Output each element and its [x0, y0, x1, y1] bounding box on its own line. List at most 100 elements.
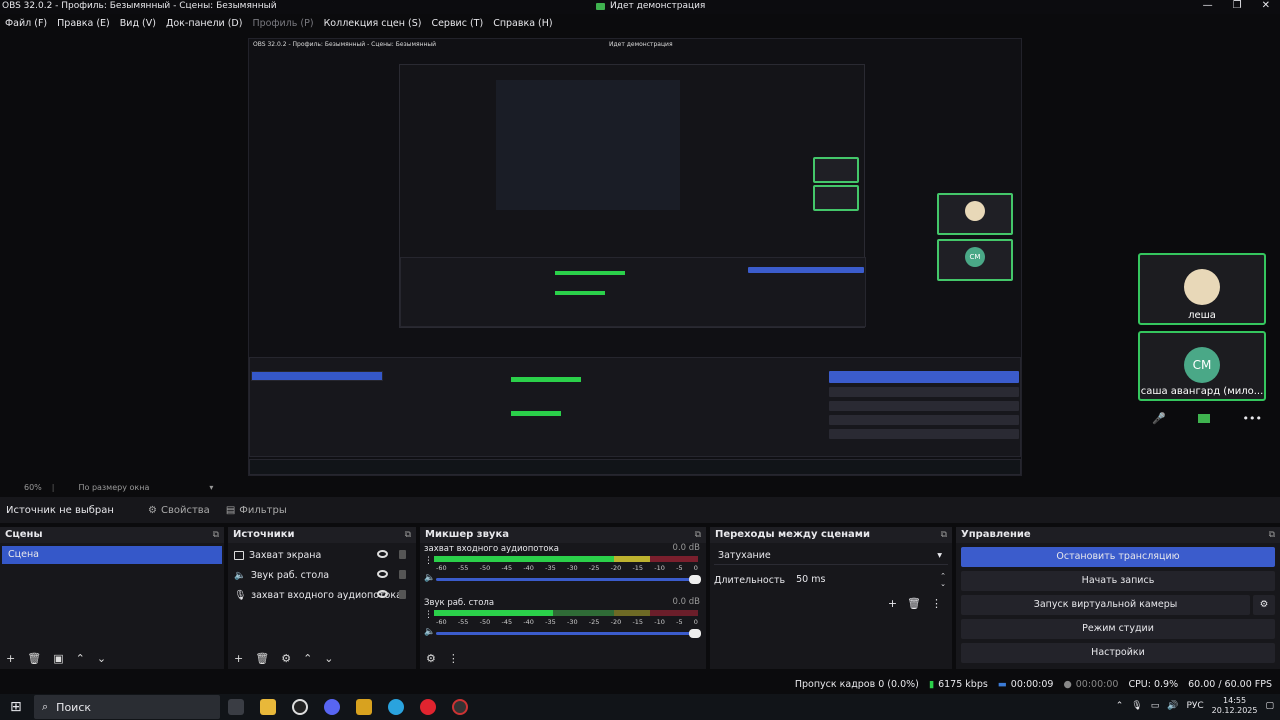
discord-icon[interactable]	[324, 699, 340, 715]
menu-edit[interactable]: Правка (E)	[52, 16, 115, 32]
close-button[interactable]: ✕	[1262, 0, 1270, 11]
remove-source-icon[interactable]: 🗑	[255, 652, 269, 665]
telegram-icon[interactable]	[388, 699, 404, 715]
lock-icon[interactable]	[399, 550, 406, 559]
volume-icon[interactable]: 🔊	[1167, 701, 1178, 711]
stop-stream-button[interactable]: Остановить трансляцию	[961, 547, 1275, 567]
remove-scene-icon[interactable]: 🗑	[27, 652, 41, 665]
add-transition-icon[interactable]: +	[888, 597, 897, 610]
volume-slider[interactable]	[436, 629, 701, 638]
scale-tick: 0	[693, 618, 698, 626]
spin-arrows-icon[interactable]: ⌃ ⌄	[940, 572, 946, 588]
source-item[interactable]: Захват экрана	[228, 545, 416, 565]
add-scene-icon[interactable]: +	[6, 652, 15, 665]
chevron-up-icon[interactable]: ⌃	[1116, 701, 1124, 711]
menu-tools[interactable]: Сервис (T)	[426, 16, 488, 32]
move-down-icon[interactable]: ⌄	[324, 652, 333, 665]
transition-menu-icon[interactable]: ⋮	[931, 597, 942, 610]
clock[interactable]: 14:55 20.12.2025	[1212, 696, 1258, 716]
visibility-icon[interactable]	[377, 590, 388, 598]
minimize-button[interactable]: —	[1203, 0, 1213, 11]
sources-title: Источники	[233, 529, 295, 540]
lock-icon[interactable]	[399, 590, 406, 599]
scale-tick: -35	[545, 564, 556, 572]
remove-transition-icon[interactable]: 🗑	[907, 597, 921, 610]
popout-icon[interactable]: ⧉	[1269, 527, 1275, 543]
scale-tick: -45	[501, 564, 513, 572]
properties-button[interactable]: ⚙ Свойства	[140, 502, 218, 519]
mute-icon[interactable]: 🔈	[424, 627, 435, 637]
obs-active-icon[interactable]	[452, 699, 468, 715]
virtual-camera-settings-button[interactable]: ⚙	[1253, 595, 1275, 615]
visibility-icon[interactable]	[377, 550, 388, 558]
scale-tick: -50	[479, 564, 491, 572]
duration-spinbox[interactable]: 50 ms ⌃ ⌄	[793, 571, 952, 589]
mic-tray-icon[interactable]: 🎙	[1131, 701, 1142, 711]
menu-file[interactable]: Файл (F)	[0, 16, 52, 32]
title-bar: OBS 32.0.2 - Профиль: Безымянный - Сцены…	[0, 0, 1280, 14]
studio-mode-button[interactable]: Режим студии	[961, 619, 1275, 639]
mute-icon[interactable]: 🔈	[424, 573, 435, 583]
source-item[interactable]: 🎙 захват входного аудиопотока	[228, 585, 416, 605]
maximize-button[interactable]: ❐	[1233, 0, 1242, 11]
share-screen-icon[interactable]	[1198, 414, 1211, 423]
settings-button[interactable]: Настройки	[961, 643, 1275, 663]
call-tile-sasha[interactable]: СМ саша авангард (мило...	[1138, 331, 1266, 401]
zoom-mode[interactable]: По размеру окна	[78, 483, 149, 492]
add-source-icon[interactable]: +	[234, 652, 243, 665]
system-tray: ⌃ 🎙 ▭ 🔊 РУС 14:55 20.12.2025 ▢	[1116, 696, 1274, 716]
fps-value: 60.00 / 60.00 FPS	[1188, 678, 1272, 690]
task-view-icon[interactable]	[228, 699, 244, 715]
mixer-channel: Звук раб. стола 0.0 dB ⋮ -60 -55 -50 -45 -40…	[420, 597, 706, 651]
taskbar-search[interactable]: ⌕ Поиск	[34, 695, 220, 719]
volume-slider[interactable]	[436, 575, 701, 584]
notification-icon[interactable]: ▢	[1265, 701, 1274, 711]
network-icon[interactable]: ▭	[1151, 701, 1160, 711]
zoom-level[interactable]: 60%	[24, 483, 42, 492]
popout-icon[interactable]: ⧉	[213, 527, 219, 543]
channel-menu-icon[interactable]: ⋮	[424, 610, 433, 620]
menu-docks[interactable]: Док-панели (D)	[161, 16, 247, 32]
share-icon	[596, 2, 605, 10]
scene-item[interactable]: Сцена	[2, 546, 222, 564]
volume-handle[interactable]	[689, 629, 701, 638]
volume-handle[interactable]	[689, 575, 701, 584]
file-explorer-icon[interactable]	[260, 699, 276, 715]
menu-scene-collection[interactable]: Коллекция сцен (S)	[319, 16, 427, 32]
start-icon[interactable]: ⊞	[10, 699, 22, 715]
nested-ctrl-button	[829, 415, 1019, 425]
app-icon[interactable]	[356, 699, 372, 715]
call-tile-lesha[interactable]: леша	[1138, 253, 1266, 325]
nested-ctrl-button	[829, 401, 1019, 411]
filter-scene-icon[interactable]: ▣	[53, 652, 63, 665]
channel-menu-icon[interactable]: ⋮	[424, 556, 433, 566]
more-options-icon[interactable]: •••	[1243, 412, 1262, 425]
move-up-icon[interactable]: ⌃	[76, 652, 85, 665]
source-properties-icon[interactable]: ⚙	[281, 652, 291, 665]
advanced-audio-icon[interactable]: ⚙	[426, 652, 436, 665]
transition-select[interactable]: Затухание ▾	[714, 547, 948, 565]
start-record-button[interactable]: Начать запись	[961, 571, 1275, 591]
record-icon: ●	[1063, 678, 1072, 690]
lock-icon[interactable]	[399, 570, 406, 579]
scale-tick: -30	[566, 618, 578, 626]
visibility-icon[interactable]	[377, 570, 388, 578]
zoom-dropdown-icon[interactable]: ▾	[209, 483, 213, 492]
preview-zoom-bar: 60% | По размеру окна ▾	[0, 480, 1280, 494]
virtual-camera-button[interactable]: Запуск виртуальной камеры	[961, 595, 1250, 615]
popout-icon[interactable]: ⧉	[695, 527, 701, 543]
popout-icon[interactable]: ⧉	[941, 527, 947, 543]
obs-taskbar-icon[interactable]	[292, 699, 308, 715]
popout-icon[interactable]: ⧉	[405, 527, 411, 543]
move-down-icon[interactable]: ⌄	[97, 652, 106, 665]
filters-button[interactable]: ▤ Фильтры	[218, 502, 295, 519]
language-indicator[interactable]: РУС	[1186, 701, 1203, 711]
move-up-icon[interactable]: ⌃	[303, 652, 312, 665]
mixer-menu-icon[interactable]: ⋮	[448, 652, 459, 665]
mic-icon[interactable]: 🎤	[1152, 412, 1166, 425]
source-item[interactable]: 🔈 Звук раб. стола	[228, 565, 416, 585]
menu-profile[interactable]: Профиль (P)	[247, 16, 318, 32]
menu-view[interactable]: Вид (V)	[115, 16, 161, 32]
menu-help[interactable]: Справка (H)	[488, 16, 557, 32]
yandex-browser-icon[interactable]	[420, 699, 436, 715]
